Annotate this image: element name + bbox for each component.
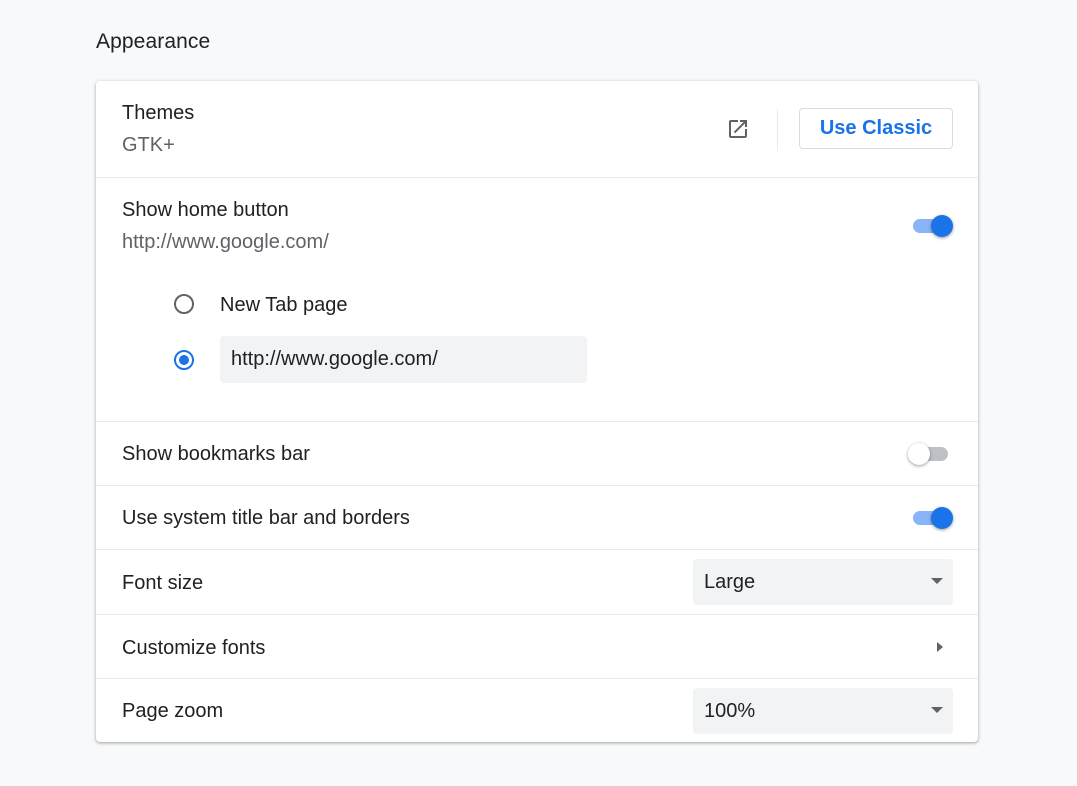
- font-size-label: Font size: [122, 572, 204, 594]
- home-button-toggle[interactable]: [911, 214, 953, 237]
- bookmarks-bar-label: Show bookmarks bar: [122, 443, 310, 465]
- customize-fonts-row[interactable]: Customize fonts: [96, 614, 978, 678]
- bookmarks-bar-row: Show bookmarks bar: [96, 421, 978, 485]
- chevron-down-icon: [931, 578, 943, 584]
- themes-value: GTK+: [122, 134, 175, 156]
- system-title-bar-toggle[interactable]: [911, 506, 953, 529]
- bookmarks-bar-toggle[interactable]: [908, 442, 950, 465]
- home-button-row: Show home button http://www.google.com/ …: [96, 177, 978, 421]
- radio-new-tab-page[interactable]: [174, 294, 194, 314]
- vertical-separator: [777, 109, 778, 151]
- system-title-bar-label: Use system title bar and borders: [122, 507, 410, 529]
- home-button-label: Show home button: [122, 199, 289, 221]
- page-zoom-row: Page zoom 100%: [96, 678, 978, 742]
- toggle-knob: [931, 215, 953, 237]
- chevron-down-icon: [931, 707, 943, 713]
- open-in-new-icon[interactable]: [726, 117, 750, 141]
- page-zoom-label: Page zoom: [122, 700, 224, 722]
- home-button-value: http://www.google.com/: [122, 231, 329, 253]
- system-title-bar-row: Use system title bar and borders: [96, 485, 978, 549]
- toggle-knob: [908, 443, 930, 465]
- page-zoom-select[interactable]: 100%: [693, 688, 953, 734]
- radio-new-tab-label: New Tab page: [220, 294, 348, 316]
- themes-row: Themes GTK+ Use Classic: [96, 81, 978, 177]
- page-zoom-selected: 100%: [704, 700, 756, 722]
- font-size-select[interactable]: Large: [693, 559, 953, 605]
- settings-page: Appearance Themes GTK+ Use Classic Show …: [0, 0, 1077, 786]
- customize-fonts-label: Customize fonts: [122, 637, 266, 659]
- themes-label: Themes: [122, 102, 195, 124]
- appearance-card: Themes GTK+ Use Classic Show home button…: [96, 81, 978, 742]
- home-url-input[interactable]: [220, 336, 587, 383]
- font-size-row: Font size Large: [96, 549, 978, 614]
- use-classic-button[interactable]: Use Classic: [799, 108, 953, 149]
- arrow-right-icon[interactable]: [937, 642, 943, 652]
- radio-custom-url[interactable]: [174, 350, 194, 370]
- toggle-knob: [931, 507, 953, 529]
- section-title: Appearance: [96, 30, 211, 53]
- font-size-selected: Large: [704, 571, 756, 593]
